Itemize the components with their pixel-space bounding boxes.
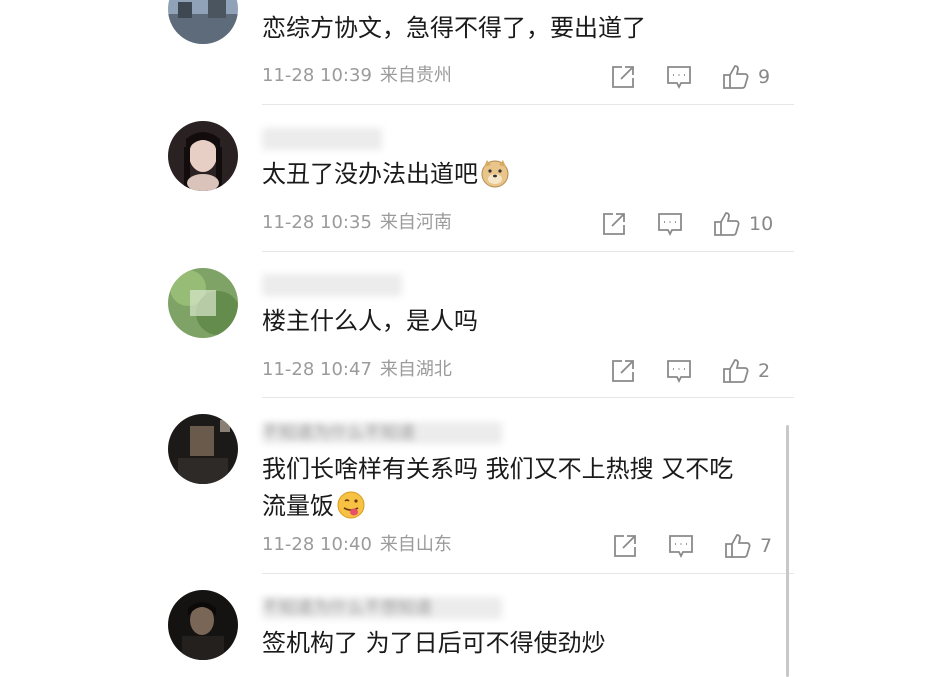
comment-date: 11-28 10:35 — [262, 212, 372, 233]
share-icon[interactable] — [612, 533, 638, 559]
avatar[interactable] — [168, 121, 238, 191]
comment-text: 恋综方协文，急得不得了，要出道了 — [262, 14, 646, 42]
share-icon[interactable] — [610, 64, 636, 90]
comment-location: 来自湖北 — [379, 359, 452, 380]
username[interactable]: 不知道为什么不知道 — [262, 422, 502, 444]
comment-icon[interactable] — [668, 533, 694, 559]
thumbs-up-icon[interactable] — [722, 64, 750, 90]
comment-actions: 9 — [608, 64, 778, 90]
divider — [262, 251, 794, 252]
doge-emoji-icon — [480, 158, 510, 188]
like-count: 10 — [749, 213, 774, 235]
avatar[interactable] — [168, 0, 238, 44]
share-icon[interactable] — [610, 358, 636, 384]
comment-actions: 7 — [610, 533, 780, 559]
comment-text-content: 流量饭 — [262, 492, 334, 520]
tongue-emoji-icon — [336, 490, 366, 520]
comment-icon[interactable] — [657, 211, 683, 237]
comment-meta: 11-28 10:40 来自山东 — [262, 533, 452, 557]
comment-text: 楼主什么人，是人吗 — [262, 307, 478, 335]
comment-location: 来自河南 — [379, 212, 452, 233]
avatar[interactable] — [168, 414, 238, 484]
comment-icon[interactable] — [666, 358, 692, 384]
thumbs-up-icon[interactable] — [724, 533, 752, 559]
username[interactable] — [262, 128, 382, 150]
like-count: 7 — [760, 535, 773, 557]
comment-text: 签机构了 为了日后可不得使劲炒 — [262, 629, 606, 657]
comment-actions: 10 — [599, 211, 779, 237]
avatar[interactable] — [168, 590, 238, 660]
like-count: 2 — [758, 360, 771, 382]
comment-date: 11-28 10:47 — [262, 359, 372, 380]
comment-meta: 11-28 10:35 来自河南 — [262, 211, 452, 235]
comment-text: 我们长啥样有关系吗 我们又不上热搜 又不吃 — [262, 455, 734, 483]
avatar[interactable] — [168, 268, 238, 338]
comment-meta: 11-28 10:39 来自贵州 — [262, 64, 452, 88]
comment-date: 11-28 10:39 — [262, 65, 372, 86]
comment-location: 来自贵州 — [379, 65, 452, 86]
comment-text: 太丑了没办法出道吧 — [262, 154, 510, 194]
comment-icon[interactable] — [666, 64, 692, 90]
username[interactable]: 不知道为什么不想知道 — [262, 597, 502, 619]
comment-text-line2: 流量饭 — [262, 486, 366, 526]
comment-meta: 11-28 10:47 来自湖北 — [262, 358, 452, 382]
thumbs-up-icon[interactable] — [713, 211, 741, 237]
comment-date: 11-28 10:40 — [262, 534, 372, 555]
share-icon[interactable] — [601, 211, 627, 237]
comment-actions: 2 — [608, 358, 778, 384]
scrollbar[interactable] — [786, 425, 789, 677]
like-count: 9 — [758, 66, 771, 88]
comment-text-content: 太丑了没办法出道吧 — [262, 160, 478, 188]
divider — [262, 104, 794, 105]
divider — [262, 573, 794, 574]
thumbs-up-icon[interactable] — [722, 358, 750, 384]
comment-location: 来自山东 — [379, 534, 452, 555]
divider — [262, 397, 794, 398]
username[interactable] — [262, 274, 402, 296]
